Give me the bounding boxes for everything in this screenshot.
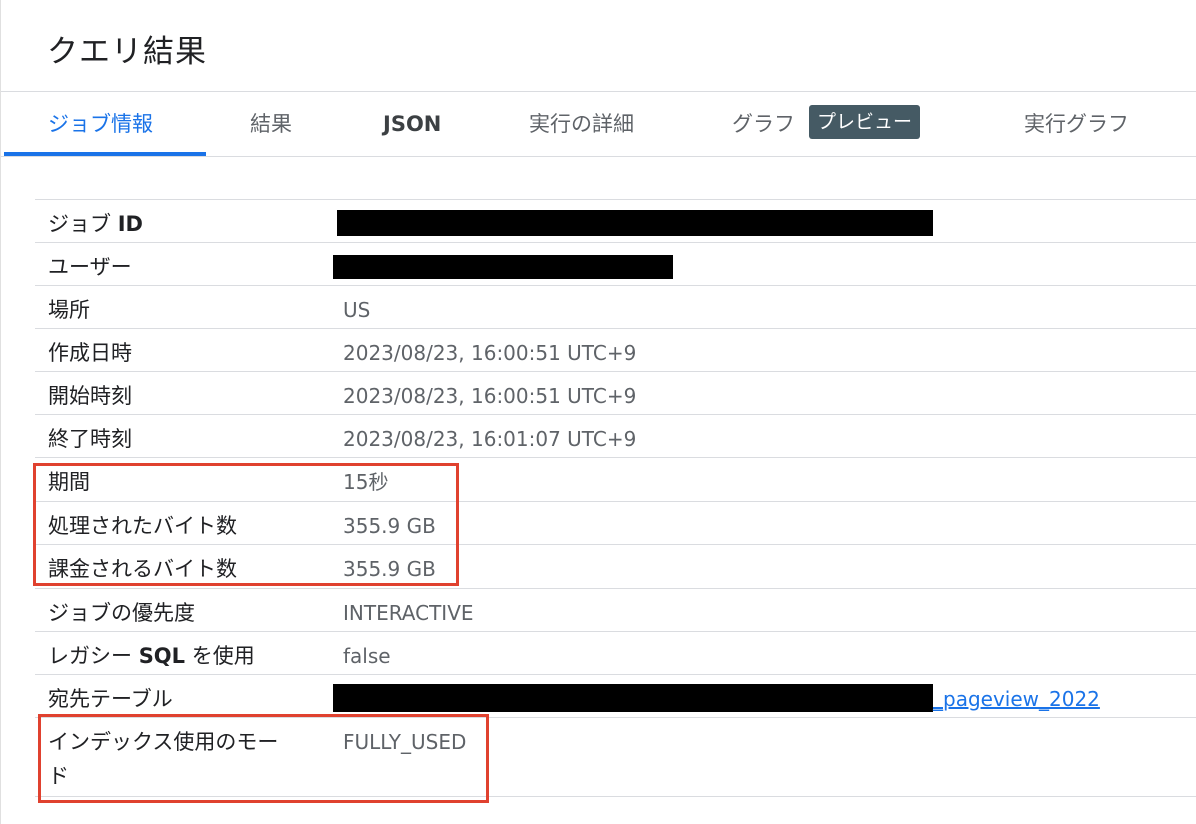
row-value: INTERACTIVE <box>343 601 474 625</box>
row-label: ジョブ ID <box>48 212 143 236</box>
table-row: レガシー SQL を使用 false <box>35 631 1196 674</box>
table-row: 宛先テーブル _pageview_2022 <box>35 674 1196 717</box>
row-label: 開始時刻 <box>48 384 132 408</box>
destination-table-link[interactable]: _pageview_2022 <box>933 682 1100 716</box>
redacted-value <box>337 210 933 236</box>
tab-job-info[interactable]: ジョブ情報 <box>48 92 153 156</box>
row-label: ジョブの優先度 <box>48 601 195 625</box>
row-label: ユーザー <box>48 255 132 279</box>
table-row: 課金されるバイト数 355.9 GB <box>35 544 1196 588</box>
row-label: 課金されるバイト数 <box>48 557 237 581</box>
tab-execution-details[interactable]: 実行の詳細 <box>529 92 634 156</box>
table-row: 作成日時 2023/08/23, 16:00:51 UTC+9 <box>35 328 1196 371</box>
table-row: ジョブの優先度 INTERACTIVE <box>35 588 1196 631</box>
page-title: クエリ結果 <box>47 34 207 70</box>
table-row: 終了時刻 2023/08/23, 16:01:07 UTC+9 <box>35 414 1196 457</box>
row-value: false <box>343 644 391 668</box>
row-label: 宛先テーブル <box>48 687 173 711</box>
table-row: 開始時刻 2023/08/23, 16:00:51 UTC+9 <box>35 371 1196 414</box>
row-label: レガシー SQL を使用 <box>48 644 255 668</box>
table-row: ユーザー <box>35 242 1196 285</box>
row-label: 場所 <box>48 298 90 322</box>
table-row: 場所 US <box>35 285 1196 328</box>
row-label: 作成日時 <box>48 341 132 365</box>
row-value: 15秒 <box>343 470 389 494</box>
table-row: 期間 15秒 <box>35 457 1196 501</box>
row-label: 期間 <box>48 470 90 494</box>
row-value: 355.9 GB <box>343 514 436 538</box>
row-value: 2023/08/23, 16:00:51 UTC+9 <box>343 384 637 408</box>
query-results-panel: クエリ結果 ジョブ情報 結果 JSON 実行の詳細 グラフ プレビュー 実行グラフ… <box>0 0 1196 824</box>
redacted-value <box>333 255 673 279</box>
row-label: 処理されたバイト数 <box>48 514 237 538</box>
row-value: 2023/08/23, 16:00:51 UTC+9 <box>343 341 637 365</box>
tab-execution-graph[interactable]: 実行グラフ <box>1024 92 1129 156</box>
row-label: インデックス使用のモード <box>48 730 279 788</box>
tab-graph[interactable]: グラフ プレビュー <box>732 92 921 156</box>
row-value: US <box>343 298 371 322</box>
active-tab-indicator <box>4 152 206 156</box>
redacted-value <box>333 684 933 712</box>
table-row: ジョブ ID <box>35 199 1196 242</box>
row-value: 2023/08/23, 16:01:07 UTC+9 <box>343 427 637 451</box>
table-row: 処理されたバイト数 355.9 GB <box>35 501 1196 544</box>
tab-bar: ジョブ情報 結果 JSON 実行の詳細 グラフ プレビュー 実行グラフ <box>1 92 1196 157</box>
preview-badge: プレビュー <box>809 105 921 139</box>
table-row: インデックス使用のモード FULLY_USED <box>35 717 1196 797</box>
row-value: 355.9 GB <box>343 557 436 581</box>
tab-json[interactable]: JSON <box>383 92 441 156</box>
tab-results[interactable]: 結果 <box>250 92 292 156</box>
row-label: 終了時刻 <box>48 427 132 451</box>
tab-graph-label: グラフ <box>732 112 795 136</box>
row-value: FULLY_USED <box>343 730 467 754</box>
